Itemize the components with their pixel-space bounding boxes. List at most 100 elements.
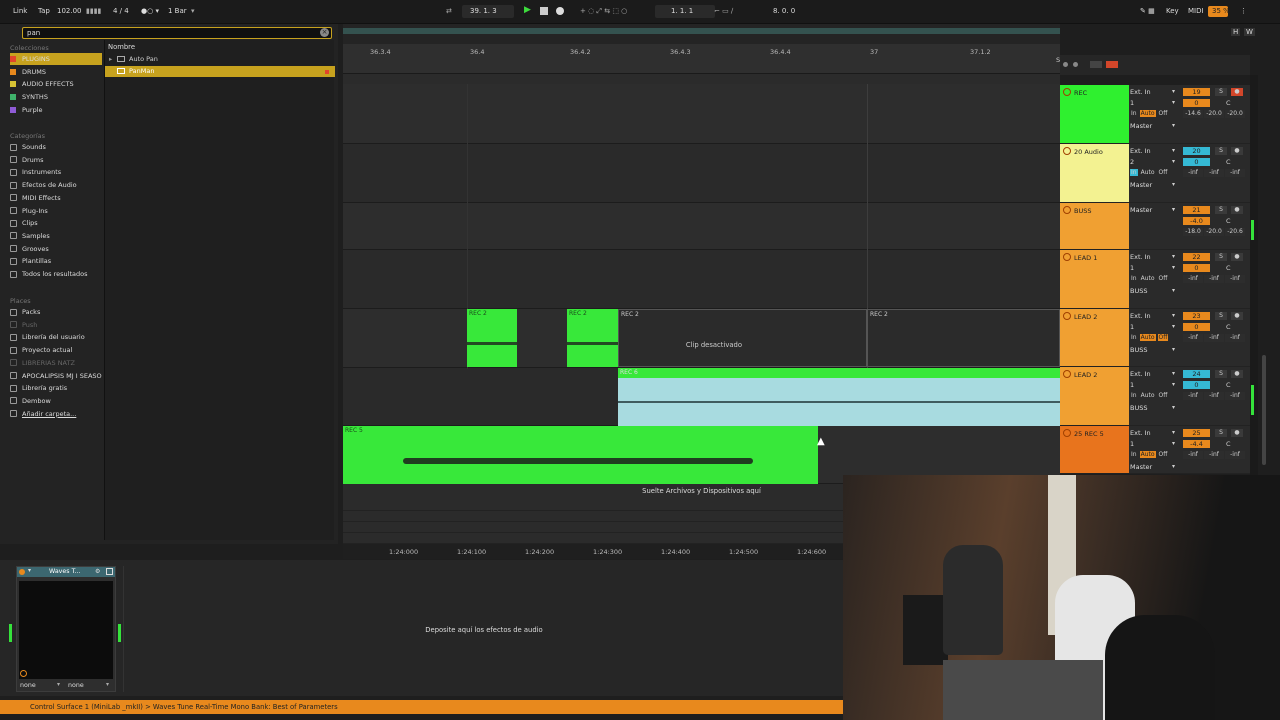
monitor-off[interactable]: Off — [1157, 334, 1169, 341]
overdub-icon[interactable]: + ◌ ⤢ ⇆ ⬚ ○ — [580, 7, 627, 16]
chevron-down-icon[interactable]: ▾ — [1172, 381, 1175, 388]
pan-field[interactable]: C — [1226, 99, 1231, 107]
draw-mode-icon[interactable]: ⌐ ▭ ∕ — [714, 7, 733, 15]
track-header[interactable]: LEAD 2 Ext. In ▾ 1 ▾ In Auto Off BUSS ▾ 24 S ● 0 C -inf… — [1060, 367, 1250, 426]
category-item[interactable]: Efectos de Audio — [10, 179, 102, 191]
lane-lead-1[interactable] — [343, 250, 1060, 309]
clip-deactivated[interactable]: REC 2 Clip desactivado — [618, 309, 867, 367]
category-item[interactable]: Grooves — [10, 243, 102, 255]
chevron-down-icon[interactable]: ▾ — [1172, 206, 1175, 213]
tap-tempo-button[interactable]: Tap — [38, 7, 50, 15]
clip-rec-6[interactable]: REC 6 — [618, 368, 1060, 426]
chevron-down-icon[interactable]: ▾ — [1172, 264, 1175, 271]
lane-20-audio[interactable] — [343, 144, 1060, 203]
volume-field[interactable]: 0 — [1183, 158, 1210, 166]
monitor-auto[interactable]: Auto — [1139, 110, 1156, 117]
track-number[interactable]: 20 — [1183, 147, 1210, 155]
pan-field[interactable]: C — [1226, 217, 1231, 225]
w-toggle[interactable]: W — [1244, 28, 1255, 36]
chevron-down-icon[interactable]: ▾ — [1172, 323, 1175, 330]
list-item-selected[interactable]: PanMan — [105, 66, 335, 77]
track-title-area[interactable]: LEAD 2 — [1060, 309, 1129, 366]
pan-field[interactable]: C — [1226, 158, 1231, 166]
collection-item[interactable]: SYNTHS — [10, 91, 102, 103]
song-position[interactable]: 39. 1. 3 — [470, 7, 497, 15]
place-item[interactable]: Añadir carpeta... — [10, 408, 102, 420]
monitor-in[interactable]: In — [1130, 275, 1138, 282]
monitor-in[interactable]: In — [1130, 451, 1138, 458]
monitor-in[interactable]: In — [1130, 334, 1138, 341]
monitor-switch[interactable]: In Auto Off — [1130, 275, 1180, 282]
record-icon[interactable] — [556, 7, 564, 15]
quantize-select[interactable]: 1 Bar — [168, 7, 187, 15]
volume-field[interactable]: 0 — [1183, 99, 1210, 107]
category-item[interactable]: Drums — [10, 154, 102, 166]
solo-button[interactable]: S — [1215, 88, 1227, 96]
nudge-icon[interactable]: ▮▮▮▮ — [86, 7, 101, 15]
chevron-down-icon[interactable]: ▾ — [57, 681, 60, 688]
volume-field[interactable]: -4.0 — [1183, 217, 1210, 225]
chevron-down-icon[interactable]: ▾ — [1172, 312, 1175, 319]
loop-length[interactable]: 8. 0. 0 — [773, 7, 795, 15]
arm-button[interactable]: ● — [1231, 253, 1243, 261]
monitor-off[interactable]: Off — [1158, 169, 1169, 176]
arm-button[interactable]: ● — [1231, 312, 1243, 320]
loop-start[interactable]: 1. 1. 1 — [671, 7, 693, 15]
chevron-down-icon[interactable]: ▾ — [1172, 253, 1175, 260]
track-title-area[interactable]: 20 Audio — [1060, 144, 1129, 202]
track-header[interactable]: LEAD 1 Ext. In ▾ 1 ▾ In Auto Off BUSS ▾ 22 S ● 0 C -inf… — [1060, 250, 1250, 309]
track-number[interactable]: 21 — [1183, 206, 1210, 214]
plugin-device[interactable]: ▾ Waves T... ⚙ none ▾ none ▾ — [16, 566, 116, 692]
track-number[interactable]: 19 — [1183, 88, 1210, 96]
volume-field[interactable]: 0 — [1183, 323, 1210, 331]
solo-button[interactable]: S — [1215, 147, 1227, 155]
solo-button[interactable]: S — [1215, 429, 1227, 437]
list-item[interactable]: ▸ Auto Pan — [105, 54, 335, 65]
pencil-icon[interactable]: ✎ ▦ — [1140, 7, 1155, 15]
name-column-header[interactable]: Nombre — [108, 43, 135, 51]
monitor-auto[interactable]: Auto — [1139, 451, 1156, 458]
collection-item[interactable]: DRUMS — [10, 66, 102, 78]
category-item[interactable]: Todos los resultados — [10, 268, 102, 280]
fold-track-icon[interactable] — [1063, 370, 1071, 378]
overview-strip[interactable] — [343, 24, 1060, 44]
chevron-down-icon[interactable]: ▾ — [1172, 404, 1175, 411]
volume-field[interactable]: 0 — [1183, 381, 1210, 389]
monitor-switch[interactable]: In Auto Off — [1130, 169, 1180, 176]
category-item[interactable]: Sounds — [10, 141, 102, 153]
place-item[interactable]: LIBRERIAS NATZ — [10, 357, 102, 369]
monitor-switch[interactable]: In Auto Off — [1130, 334, 1180, 341]
chevron-right-icon[interactable]: ▸ — [109, 54, 112, 65]
category-item[interactable]: MIDI Effects — [10, 192, 102, 204]
fold-icon[interactable] — [1063, 62, 1068, 67]
chevron-down-icon[interactable]: ▾ — [1172, 287, 1175, 294]
fold-track-icon[interactable] — [1063, 253, 1071, 261]
place-item[interactable]: Packs — [10, 306, 102, 318]
follow-icon[interactable]: ⇄ — [446, 7, 452, 15]
pan-field[interactable]: C — [1226, 381, 1231, 389]
expand-icon[interactable] — [106, 568, 113, 575]
chevron-down-icon[interactable]: ▾ — [1172, 440, 1175, 447]
place-item[interactable]: Push — [10, 319, 102, 331]
pan-field[interactable]: C — [1226, 264, 1231, 272]
left-select[interactable]: none — [20, 682, 36, 689]
arm-button[interactable]: ● — [1231, 206, 1243, 214]
device-on-icon[interactable] — [19, 569, 25, 575]
search-input[interactable]: pan — [22, 27, 332, 39]
menu-icon[interactable]: ⋮ — [1240, 7, 1247, 15]
arm-button[interactable]: ● — [1231, 147, 1243, 155]
collection-item[interactable]: PLUGINS — [10, 53, 102, 65]
fold-track-icon[interactable] — [1063, 88, 1071, 96]
lane-buss[interactable] — [343, 203, 1060, 250]
chevron-down-icon[interactable]: ▾ — [1172, 463, 1175, 470]
monitor-in[interactable]: In — [1130, 169, 1138, 176]
chevron-down-icon[interactable]: ▾ — [106, 681, 109, 688]
monitor-off[interactable]: Off — [1158, 451, 1169, 458]
monitor-switch[interactable]: In Auto Off — [1130, 451, 1180, 458]
track-number[interactable]: 22 — [1183, 253, 1210, 261]
track-header[interactable]: 25 REC 5 Ext. In ▾ 1 ▾ In Auto Off Master ▾ 25 S ● -4… — [1060, 426, 1250, 474]
beat-ruler[interactable] — [343, 44, 1060, 74]
fold-track-icon[interactable] — [1063, 206, 1071, 214]
track-number[interactable]: 25 — [1183, 429, 1210, 437]
clear-search-icon[interactable]: × — [320, 28, 329, 37]
